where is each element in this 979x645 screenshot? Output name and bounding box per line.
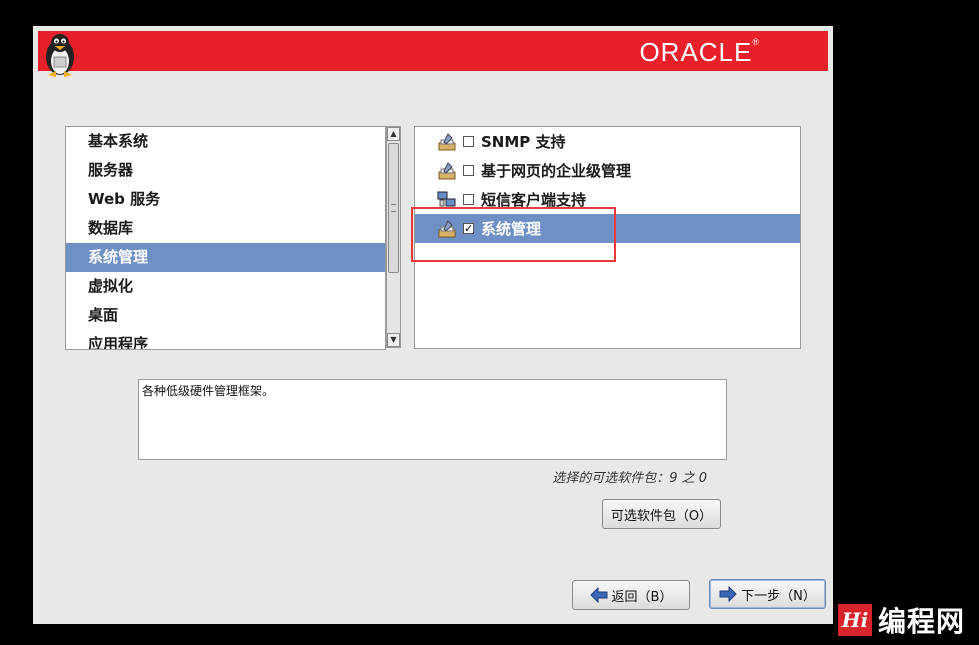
category-scrollbar[interactable]: ▲ ▼ <box>386 126 401 348</box>
grip-icon <box>391 204 396 212</box>
header-banner: ORACLE® <box>38 31 828 77</box>
next-label: 下一步（N） <box>741 588 816 604</box>
package-item-snmp[interactable]: SNMP 支持 <box>415 127 800 156</box>
category-item-databases[interactable]: 数据库 <box>66 214 385 243</box>
next-button[interactable]: 下一步（N） <box>709 579 826 609</box>
tools-icon <box>438 161 456 179</box>
package-label: 基于网页的企业级管理 <box>481 162 632 180</box>
package-item-web-enterprise-management[interactable]: 基于网页的企业级管理 <box>415 156 800 185</box>
back-button[interactable]: 返回（B） <box>572 580 690 610</box>
watermark-mark: Hi <box>838 604 872 636</box>
category-list[interactable]: 基本系统 服务器 Web 服务 数据库 系统管理 虚拟化 桌面 应用程序 <box>65 126 386 350</box>
package-checkbox-sms-client[interactable] <box>463 194 474 205</box>
scroll-up-button[interactable]: ▲ <box>387 127 400 141</box>
scroll-thumb[interactable] <box>388 143 399 273</box>
installer-window: ORACLE® 基本系统 服务器 Web 服务 数据库 系统管理 虚拟化 桌面 … <box>33 26 833 624</box>
site-watermark-logo: Hi 编程网 <box>838 600 965 640</box>
oracle-logo: ORACLE® <box>639 37 760 67</box>
watermark-text: 编程网 <box>878 605 966 638</box>
category-item-desktop[interactable]: 桌面 <box>66 301 385 330</box>
category-item-servers[interactable]: 服务器 <box>66 156 385 185</box>
package-label: SNMP 支持 <box>481 133 566 151</box>
category-item-virtualization[interactable]: 虚拟化 <box>66 272 385 301</box>
category-item-basic-system[interactable]: 基本系统 <box>66 127 385 156</box>
package-description: 各种低级硬件管理框架。 <box>138 379 727 460</box>
tux-penguin-icon <box>46 34 74 77</box>
package-checkbox-snmp[interactable] <box>463 136 474 147</box>
highlight-annotation <box>411 207 616 262</box>
tools-icon <box>438 132 456 150</box>
optional-package-count: 选择的可选软件包：9 之 0 <box>552 471 707 486</box>
category-item-web-services[interactable]: Web 服务 <box>66 185 385 214</box>
category-item-applications[interactable]: 应用程序 <box>66 330 385 349</box>
arrow-left-icon <box>589 587 608 603</box>
arrow-right-icon <box>719 586 737 602</box>
category-item-system-management[interactable]: 系统管理 <box>66 243 385 272</box>
optional-packages-button[interactable]: 可选软件包（O） <box>602 499 721 529</box>
package-checkbox-web-enterprise-management[interactable] <box>463 165 474 176</box>
back-label: 返回（B） <box>611 589 673 605</box>
optional-packages-label: 可选软件包（O） <box>610 508 713 524</box>
scroll-down-button[interactable]: ▼ <box>387 333 400 347</box>
